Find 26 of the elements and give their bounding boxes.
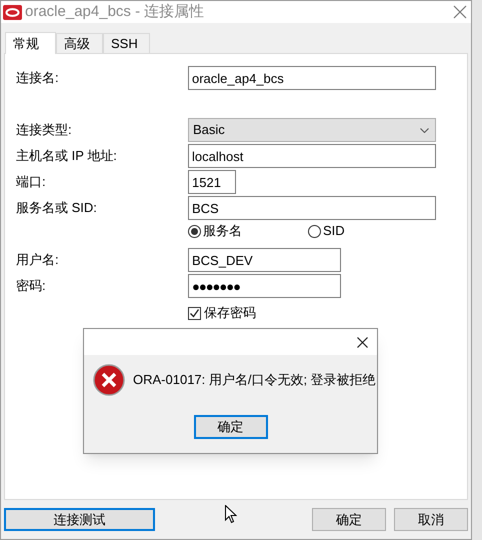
field-label: 连接类型: xyxy=(16,121,73,140)
tab[interactable]: 常规 xyxy=(5,32,56,54)
field-label: 连接名: xyxy=(16,69,60,88)
button[interactable]: 连接测试 xyxy=(4,508,155,531)
input-field[interactable]: 1521 xyxy=(188,170,236,194)
error-message: ORA-01017: 用户名/口令无效; 登录被拒绝 xyxy=(133,371,376,390)
field-label: 服务名或 SID: xyxy=(16,199,98,218)
radio-option[interactable]: 服务名 xyxy=(188,221,308,241)
checkbox-label: 保存密码 xyxy=(204,304,256,322)
password-field[interactable]: ●●●●●●● xyxy=(188,274,341,298)
button[interactable]: 取消 xyxy=(394,508,468,531)
field-label: 密码: xyxy=(16,277,47,296)
tab[interactable]: SSH xyxy=(103,33,150,53)
window-title: oracle_ap4_bcs - 连接属性 xyxy=(25,2,204,22)
tab[interactable]: 高级 xyxy=(56,33,103,53)
input-field[interactable]: BCS_DEV xyxy=(188,248,341,272)
connection-type-dropdown[interactable]: Basic xyxy=(188,118,436,142)
field-label: 主机名或 IP 地址: xyxy=(16,147,118,166)
field-label: 用户名: xyxy=(16,251,60,270)
button[interactable]: 确定 xyxy=(312,508,386,531)
input-field[interactable]: localhost xyxy=(188,144,436,168)
ok-button[interactable]: 确定 xyxy=(194,415,268,439)
input-field[interactable]: BCS xyxy=(188,196,436,220)
input-field[interactable]: oracle_ap4_bcs xyxy=(188,66,436,90)
radio-option[interactable]: SID xyxy=(308,221,345,241)
field-label: 端口: xyxy=(16,173,47,192)
